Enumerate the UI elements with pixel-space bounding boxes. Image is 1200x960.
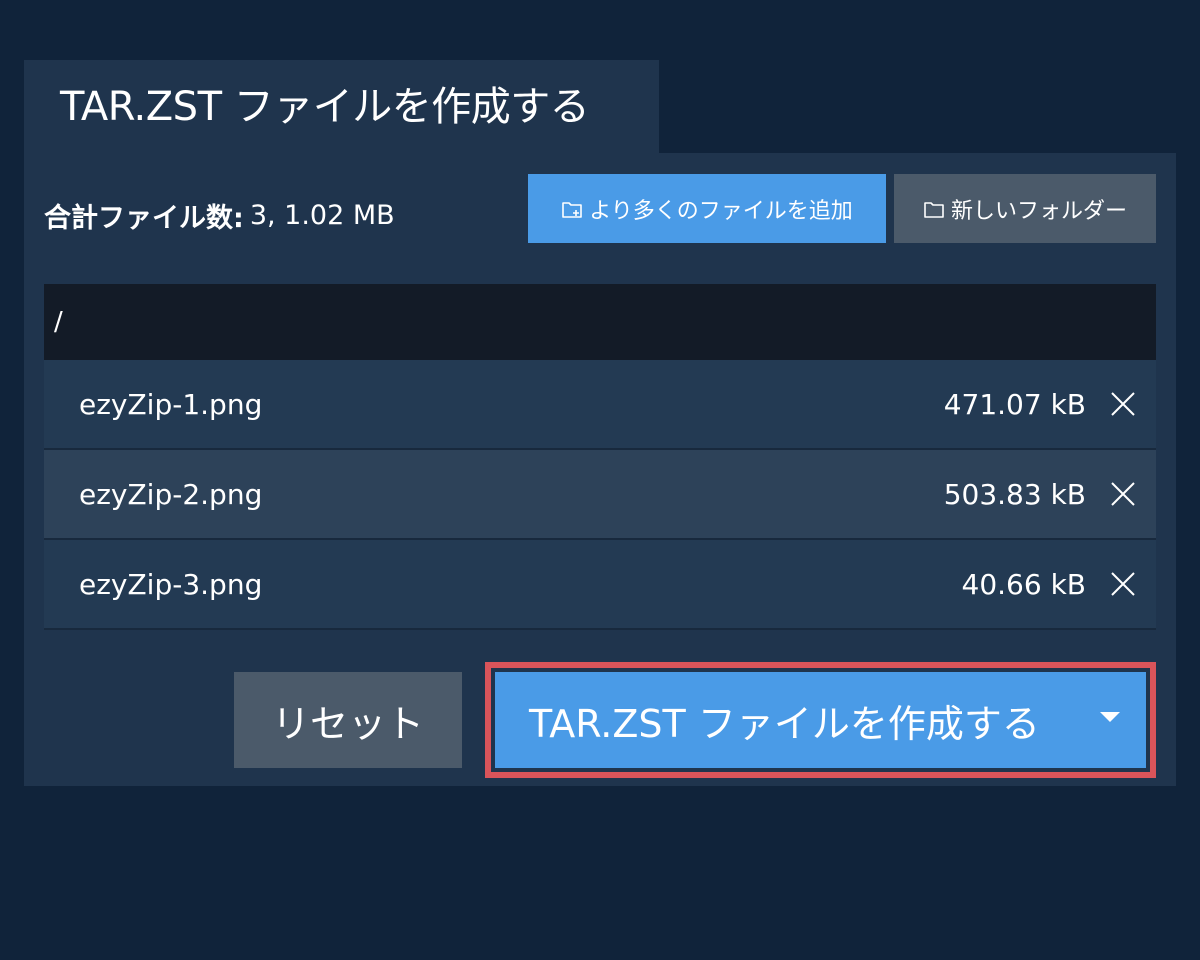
- file-size: 503.83 kB: [943, 477, 1086, 511]
- close-icon[interactable]: [1108, 569, 1138, 599]
- current-path: /: [54, 307, 63, 337]
- page-title: TAR.ZST ファイルを作成する: [60, 84, 590, 130]
- file-size: 40.66 kB: [961, 567, 1086, 601]
- path-bar[interactable]: /: [44, 284, 1156, 360]
- reset-button[interactable]: リセット: [234, 672, 462, 768]
- file-name: ezyZip-1.png: [79, 387, 263, 421]
- folder-plus-icon: [561, 199, 585, 219]
- file-name: ezyZip-2.png: [79, 477, 263, 511]
- new-folder-label: 新しいフォルダー: [950, 198, 1127, 224]
- folder-icon: [923, 199, 947, 219]
- file-summary: 合計ファイル数: 3, 1.02 MB: [44, 197, 395, 234]
- summary-label: 合計ファイル数:: [44, 202, 244, 234]
- file-row[interactable]: ezyZip-3.png 40.66 kB: [44, 540, 1156, 630]
- file-row[interactable]: ezyZip-1.png 471.07 kB: [44, 360, 1156, 450]
- file-size: 471.07 kB: [943, 387, 1086, 421]
- create-label: TAR.ZST ファイルを作成する: [529, 701, 1040, 746]
- new-folder-button[interactable]: 新しいフォルダー: [894, 174, 1156, 243]
- file-list: ezyZip-1.png 471.07 kB ezyZip-2.png 503.…: [44, 360, 1156, 630]
- create-archive-button[interactable]: TAR.ZST ファイルを作成する: [495, 672, 1146, 768]
- summary-value: 3, 1.02 MB: [249, 199, 395, 231]
- close-icon[interactable]: [1108, 479, 1138, 509]
- file-panel: 合計ファイル数: 3, 1.02 MB より多くのファイルを追加 新しいフォルダ…: [24, 153, 1176, 786]
- close-icon[interactable]: [1108, 389, 1138, 419]
- tab-header: TAR.ZST ファイルを作成する: [24, 60, 659, 156]
- caret-down-icon[interactable]: [1100, 712, 1120, 722]
- add-files-label: より多くのファイルを追加: [589, 198, 853, 224]
- file-name: ezyZip-3.png: [79, 567, 263, 601]
- file-row[interactable]: ezyZip-2.png 503.83 kB: [44, 450, 1156, 540]
- reset-label: リセット: [271, 701, 424, 746]
- add-files-button[interactable]: より多くのファイルを追加: [528, 174, 886, 243]
